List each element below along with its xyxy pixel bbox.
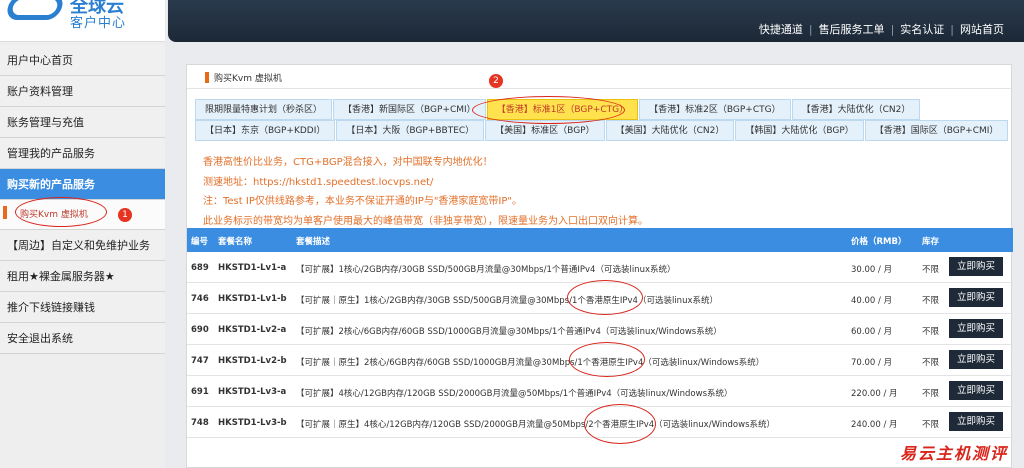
tab-row-2: 【日本】东京（BGP+KDDI） 【日本】大阪（BGP+BBTEC） 【美国】标准区… <box>195 120 1009 141</box>
row-stock: 不限 <box>922 389 940 399</box>
top-bar: 快捷通道 | 售后服务工单 | 实名认证 | 网站首页 <box>168 0 1024 42</box>
sidebar: 全球云 客户中心 用户中心首页 账户资料管理 账务管理与充值 管理我的产品服务 … <box>0 0 165 468</box>
row-price: 40.00 / 月 <box>851 296 893 306</box>
sidebar-item-my-services[interactable]: 管理我的产品服务 <box>0 138 165 169</box>
row-price: 30.00 / 月 <box>851 265 893 275</box>
sidebar-item-billing[interactable]: 账务管理与充值 <box>0 107 165 138</box>
col-stock: 库存 <box>922 237 940 247</box>
row-desc: 【可扩展】2核心/6GB内存/60GB SSD/1000GB月流量@30Mbps… <box>296 327 722 337</box>
sidebar-item-bare-metal[interactable]: 租用★裸金属服务器★ <box>0 261 165 292</box>
panel-title-bar-icon <box>205 72 209 83</box>
tab-us-cn2[interactable]: 【美国】大陆优化（CN2） <box>605 120 735 141</box>
row-desc: 【可扩展】1核心/2GB内存/30GB SSD/500GB月流量@30Mbps/… <box>296 265 676 275</box>
panel-title: 购买Kvm 虚拟机 <box>214 74 282 84</box>
tab-jp-tokyo[interactable]: 【日本】东京（BGP+KDDI） <box>195 120 336 141</box>
table-row: 689 HKSTD1-Lv1-a 【可扩展】1核心/2GB内存/30GB SSD… <box>187 252 1013 283</box>
panel-header: 购买Kvm 虚拟机 <box>187 65 1011 89</box>
row-price: 60.00 / 月 <box>851 327 893 337</box>
col-id: 编号 <box>191 237 209 247</box>
col-desc: 套餐描述 <box>296 237 331 247</box>
row-desc: 【可扩展】4核心/12GB内存/120GB SSD/2000GB月流量@50Mb… <box>296 389 733 399</box>
sidebar-item-custom[interactable]: 【周边】自定义和免维护业务 <box>0 230 165 261</box>
row-stock: 不限 <box>922 265 940 275</box>
buy-now-button[interactable]: 立即购买 <box>948 381 1003 400</box>
row-id: 689 <box>191 263 209 273</box>
row-stock: 不限 <box>922 327 940 337</box>
row-price: 220.00 / 月 <box>851 389 898 399</box>
tab-kr-bgp[interactable]: 【韩国】大陆优化（BGP） <box>735 120 864 141</box>
nav-support-ticket[interactable]: 售后服务工单 <box>813 23 891 36</box>
annotation-circle <box>567 280 643 315</box>
row-name: HKSTD1-Lv1-a <box>218 263 287 273</box>
annotation-marker-2: 2 <box>489 74 503 88</box>
tab-hk-intl[interactable]: 【香港】国际区（BGP+CMI） <box>864 120 1009 141</box>
row-price: 70.00 / 月 <box>851 358 893 368</box>
annotation-circle <box>584 404 656 444</box>
annotation-circle <box>569 342 645 377</box>
nav-verification[interactable]: 实名认证 <box>894 23 950 36</box>
sidebar-subitem-buy-kvm[interactable]: 购买Kvm 虚拟机 1 <box>0 197 165 230</box>
col-price: 价格（RMB） <box>851 237 907 247</box>
row-name: HKSTD1-Lv2-a <box>218 325 287 335</box>
table-row: 747 HKSTD1-Lv2-b 【可扩展｜原生】2核心/6GB内存/60GB … <box>187 342 1013 377</box>
table-row: 691 HKSTD1-Lv3-a 【可扩展】4核心/12GB内存/120GB S… <box>187 376 1013 407</box>
annotation-marker-1: 1 <box>118 208 132 222</box>
table-header: 编号 套餐名称 套餐描述 价格（RMB） 库存 <box>187 228 1013 252</box>
tab-jp-osaka[interactable]: 【日本】大阪（BGP+BBTEC） <box>336 120 485 141</box>
row-name: HKSTD1-Lv2-b <box>218 356 287 366</box>
note-intro: 香港高性价比业务，CTG+BGP混合接入，对中国联专内地优化！ <box>203 157 493 168</box>
notes: 香港高性价比业务，CTG+BGP混合接入，对中国联专内地优化！ 测速地址：htt… <box>203 153 648 231</box>
note-test-ip: 注：Test IP仅供线路参考，本业务不保证开通的IP与"香港家庭宽带IP"。 <box>203 196 523 207</box>
buy-now-button[interactable]: 立即购买 <box>948 288 1003 307</box>
tab-hk-std2[interactable]: 【香港】标准2区（BGP+CTG） <box>639 99 791 120</box>
table-row: 746 HKSTD1-Lv1-b 【可扩展｜原生】1核心/2GB内存/30GB … <box>187 280 1013 315</box>
nav-website-home[interactable]: 网站首页 <box>954 23 1010 36</box>
buy-now-button[interactable]: 立即购买 <box>948 412 1003 431</box>
sidebar-item-buy-services[interactable]: 购买新的产品服务 <box>0 169 165 200</box>
tab-hk-cn2[interactable]: 【香港】大陆优化（CN2） <box>791 99 921 120</box>
buy-now-button[interactable]: 立即购买 <box>948 319 1003 338</box>
buy-now-button[interactable]: 立即购买 <box>948 350 1003 369</box>
sidebar-item-home[interactable]: 用户中心首页 <box>0 45 165 76</box>
buy-now-button[interactable]: 立即购买 <box>948 257 1003 276</box>
row-stock: 不限 <box>922 420 940 430</box>
row-name: HKSTD1-Lv3-a <box>218 387 287 397</box>
submenu-bar-icon <box>3 206 7 219</box>
row-id: 690 <box>191 325 209 335</box>
table-row: 690 HKSTD1-Lv2-a 【可扩展】2核心/6GB内存/60GB SSD… <box>187 314 1013 345</box>
annotation-circle <box>15 197 107 227</box>
annotation-circle <box>472 96 625 124</box>
nav-quick-access[interactable]: 快捷通道 <box>753 23 809 36</box>
watermark: 易云主机测评 <box>899 444 1008 463</box>
tab-flash-sale[interactable]: 限期限量特惠计划（秒杀区） <box>195 99 333 120</box>
row-stock: 不限 <box>922 296 940 306</box>
logo-cloud-icon <box>4 0 66 20</box>
row-price: 240.00 / 月 <box>851 420 898 430</box>
row-name: HKSTD1-Lv1-b <box>218 294 287 304</box>
note-speedtest: 测速地址：https://hkstd1.speedtest.locvps.net… <box>203 176 434 188</box>
row-id: 747 <box>191 356 209 366</box>
logo[interactable]: 全球云 客户中心 <box>0 0 165 42</box>
table-row: 748 HKSTD1-Lv3-b 【可扩展｜原生】4核心/12GB内存/120G… <box>187 404 1013 444</box>
row-stock: 不限 <box>922 358 940 368</box>
row-id: 746 <box>191 294 209 304</box>
row-desc: 【可扩展｜原生】1核心/2GB内存/30GB SSD/500GB月流量@30Mb… <box>296 296 718 306</box>
row-name: HKSTD1-Lv3-b <box>218 418 287 428</box>
sidebar-item-logout[interactable]: 安全退出系统 <box>0 323 165 354</box>
tab-hk-new-intl[interactable]: 【香港】新国际区（BGP+CMI） <box>333 99 486 120</box>
top-nav: 快捷通道 | 售后服务工单 | 实名认证 | 网站首页 <box>753 21 1010 37</box>
col-name: 套餐名称 <box>218 237 253 247</box>
row-id: 691 <box>191 387 209 397</box>
sidebar-item-referral[interactable]: 推介下线链接赚钱 <box>0 292 165 323</box>
row-id: 748 <box>191 418 209 428</box>
sidebar-item-account[interactable]: 账户资料管理 <box>0 76 165 107</box>
main-panel: 购买Kvm 虚拟机 限期限量特惠计划（秒杀区） 【香港】新国际区（BGP+CMI）… <box>186 64 1013 468</box>
nav-separator: | <box>808 23 813 36</box>
logo-subtitle: 客户中心 <box>70 16 127 31</box>
row-desc: 【可扩展｜原生】2核心/6GB内存/60GB SSD/1000GB月流量@30M… <box>296 358 765 368</box>
row-desc: 【可扩展｜原生】4核心/12GB内存/120GB SSD/2000GB月流量@5… <box>296 420 776 430</box>
